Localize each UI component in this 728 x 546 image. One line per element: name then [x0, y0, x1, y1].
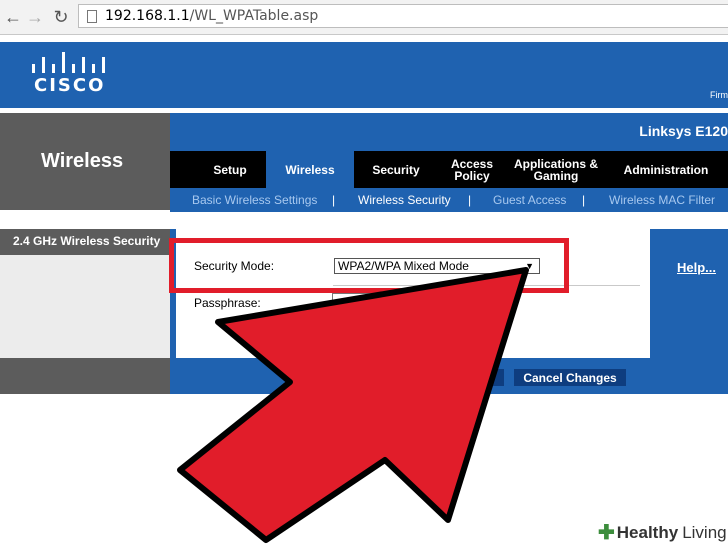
- subtab-separator: |: [582, 193, 586, 207]
- tab-administration[interactable]: Administration: [610, 151, 722, 188]
- section-title: Wireless: [41, 150, 124, 172]
- watermark-word1: Healthy: [616, 523, 679, 542]
- forward-icon[interactable]: →: [24, 6, 46, 28]
- url-path: /WL_WPATable.asp: [189, 8, 319, 24]
- main-tabs: Setup Wireless Security Access Policy Ap…: [170, 151, 728, 188]
- cancel-changes-label: Cancel Changes: [523, 370, 617, 385]
- reload-icon[interactable]: ↻: [50, 6, 72, 28]
- left-footer: [0, 358, 170, 394]
- model-name: Linksys E120: [639, 123, 728, 139]
- help-link[interactable]: Help...: [677, 260, 716, 275]
- watermark: ✚ Healthy Living: [596, 522, 728, 544]
- security-section-bar: 2.4 GHz Wireless Security: [0, 229, 170, 255]
- tab-wireless[interactable]: Wireless: [266, 151, 354, 188]
- save-settings-button[interactable]: nges: [440, 369, 504, 386]
- tab-security[interactable]: Security: [360, 151, 432, 188]
- subtab-basic-wireless-settings[interactable]: Basic Wireless Settings: [192, 193, 317, 207]
- page-icon: [87, 10, 97, 23]
- tab-access-policy[interactable]: Access Policy: [440, 151, 504, 188]
- highlight-box: [169, 238, 569, 293]
- plus-logo-icon: ✚: [598, 522, 615, 544]
- section-panel: Wireless: [0, 113, 170, 210]
- cancel-changes-button[interactable]: Cancel Changes: [514, 369, 626, 386]
- subtab-wireless-mac-filter[interactable]: Wireless MAC Filter: [609, 193, 715, 207]
- back-icon[interactable]: ←: [2, 6, 24, 28]
- subtab-guest-access[interactable]: Guest Access: [493, 193, 566, 207]
- tab-applications-gaming[interactable]: Applications & Gaming: [510, 151, 602, 188]
- browser-toolbar: ← → ↻ 192.168.1.1/WL_WPATable.asp: [0, 0, 728, 35]
- tab-setup[interactable]: Setup: [200, 151, 260, 188]
- address-bar[interactable]: 192.168.1.1/WL_WPATable.asp: [78, 4, 728, 28]
- passphrase-label: Passphrase:: [194, 296, 261, 310]
- help-column: [650, 229, 728, 394]
- sub-tabs: Basic Wireless Settings | Wireless Secur…: [170, 188, 728, 212]
- brand-name: CISCO: [34, 75, 106, 96]
- address-text: 192.168.1.1/WL_WPATable.asp: [105, 8, 318, 24]
- firmware-label: Firm: [710, 90, 728, 100]
- subtab-separator: |: [468, 193, 472, 207]
- subtab-wireless-security[interactable]: Wireless Security: [358, 193, 451, 207]
- model-band: Linksys E120: [170, 113, 728, 151]
- passphrase-input[interactable]: [332, 293, 462, 309]
- watermark-word2: Living: [682, 523, 727, 542]
- save-settings-label: nges: [461, 370, 490, 385]
- subtab-separator: |: [332, 193, 336, 207]
- router-header: CISCO Firm: [0, 42, 728, 108]
- security-section-label: 2.4 GHz Wireless Security: [13, 234, 161, 248]
- url-host: 192.168.1.1: [105, 8, 190, 24]
